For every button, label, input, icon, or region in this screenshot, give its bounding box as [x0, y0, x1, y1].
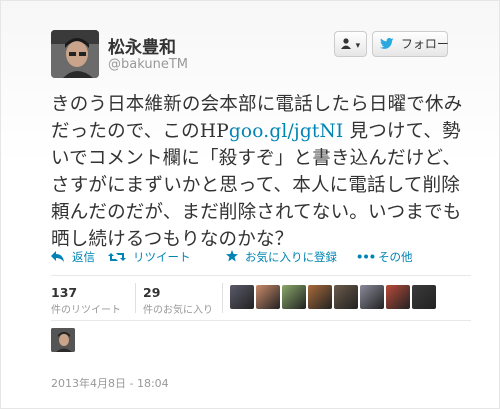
tweet-text: きのう日本維新の会本部に電話したら日曜で休みだったので、このHPgoo.gl/j…	[51, 91, 471, 253]
follow-button[interactable]: フォロー	[372, 31, 449, 57]
favorited-by-avatar[interactable]	[412, 285, 436, 309]
retweet-label: リツイート	[133, 250, 191, 264]
favorited-by-avatar[interactable]	[386, 285, 410, 309]
user-display-name[interactable]: 松永豊和	[108, 33, 176, 58]
retweet-count-label[interactable]: 件のリツイート	[51, 301, 121, 316]
divider	[135, 283, 136, 313]
reply-avatar[interactable]	[51, 328, 75, 352]
user-avatar[interactable]	[51, 30, 99, 78]
favorited-by-avatar[interactable]	[230, 285, 254, 309]
favorited-by-avatar[interactable]	[282, 285, 306, 309]
retweet-count[interactable]: 137	[51, 285, 77, 300]
tweet-link[interactable]: goo.gl/jgtNI	[229, 121, 344, 142]
bird-icon	[380, 37, 398, 51]
user-menu-button[interactable]: ▾	[334, 31, 367, 57]
favorited-by-avatars	[230, 285, 438, 309]
favorite-count-label[interactable]: 件のお気に入り	[143, 301, 213, 316]
star-icon	[226, 250, 242, 264]
user-handle[interactable]: @bakuneTM	[108, 57, 188, 72]
more-label: その他	[378, 250, 413, 264]
favorite-label: お気に入りに登録	[245, 250, 338, 264]
chevron-down-icon: ▾	[355, 41, 361, 51]
favorited-by-avatar[interactable]	[256, 285, 280, 309]
reply-arrow-icon	[51, 250, 69, 264]
favorited-by-avatar[interactable]	[308, 285, 332, 309]
person-icon	[340, 37, 355, 51]
divider	[51, 320, 471, 321]
divider	[51, 275, 471, 276]
favorite-button[interactable]: お気に入りに登録	[226, 249, 337, 265]
reply-button[interactable]: 返信	[51, 249, 95, 265]
follow-label: フォロー	[400, 37, 449, 51]
favorited-by-avatar[interactable]	[334, 285, 358, 309]
more-button[interactable]: ••• その他	[356, 249, 413, 265]
more-dots-icon: •••	[356, 250, 376, 264]
divider	[222, 283, 223, 313]
retweet-icon	[108, 250, 130, 264]
tweet-card: 松永豊和 @bakuneTM ▾ フォロー きのう日本維新の会本部に電話したら日…	[0, 0, 500, 409]
favorite-count[interactable]: 29	[143, 285, 160, 300]
reply-label: 返信	[72, 250, 96, 264]
tweet-timestamp[interactable]: 2013年4月8日 - 18:04	[51, 375, 169, 391]
tweet-actions: 返信 リツイート お気に入りに登録 ••• その他	[51, 249, 471, 267]
retweet-button[interactable]: リツイート	[108, 249, 191, 265]
favorited-by-avatar[interactable]	[360, 285, 384, 309]
